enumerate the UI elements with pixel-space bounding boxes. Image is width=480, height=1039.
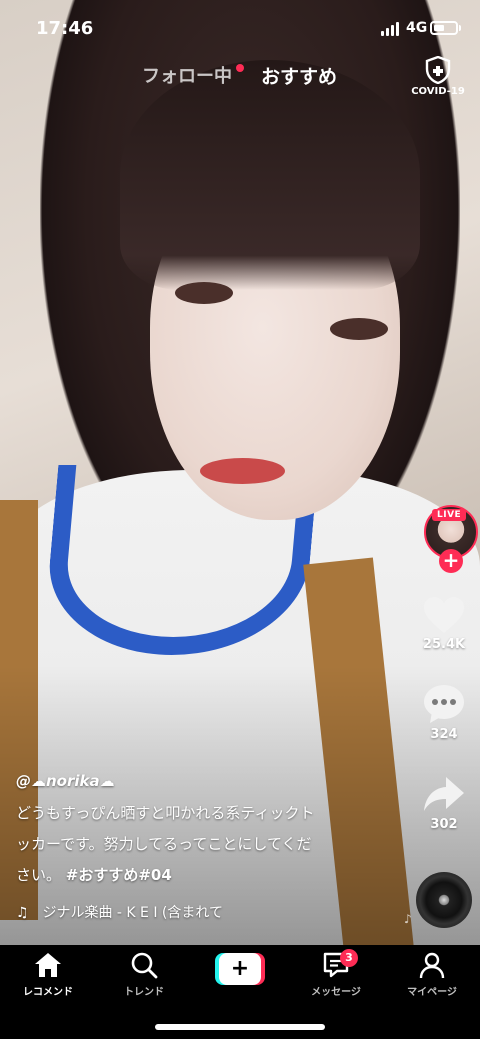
comment-button[interactable]: 324 xyxy=(408,683,480,742)
music-disc-button[interactable] xyxy=(416,872,472,928)
battery-icon xyxy=(430,21,458,35)
comment-count: 324 xyxy=(430,727,458,742)
cellular-signal-icon xyxy=(381,22,401,36)
covid-info-button[interactable]: COVID-19 xyxy=(408,56,468,97)
status-bar: 17:46 4G xyxy=(0,0,480,56)
video-frame-eye-right xyxy=(330,318,388,340)
creator-avatar-button[interactable]: LIVE + xyxy=(424,505,478,573)
follow-plus-button[interactable]: + xyxy=(439,549,463,573)
description-line-1: どうもすっぴん晒すと叩かれる系ティックト xyxy=(16,804,315,822)
inbox-unread-badge: 3 xyxy=(340,949,358,967)
nav-inbox[interactable]: 3 メッセージ xyxy=(288,949,384,998)
search-icon xyxy=(131,952,158,979)
battery-tip xyxy=(459,25,461,31)
description-line-2: ッカーです。努力してるってことにしてくだ xyxy=(16,835,312,853)
share-button[interactable]: 302 xyxy=(408,775,480,832)
creator-username[interactable]: @☁norika☁ xyxy=(16,772,396,794)
nav-inbox-label: メッセージ xyxy=(311,987,361,998)
music-title: ジナル楽曲 - K E I (含まれて xyxy=(42,905,223,921)
home-icon xyxy=(35,953,61,977)
floating-note-icon: ♪ xyxy=(404,912,412,926)
nav-discover-label: トレンド xyxy=(124,987,164,998)
nav-profile[interactable]: マイページ xyxy=(384,951,480,998)
tab-following[interactable]: フォロー中 xyxy=(142,62,232,88)
like-count: 25.4K xyxy=(422,637,466,652)
following-new-dot xyxy=(236,64,244,72)
nav-discover[interactable]: トレンド xyxy=(96,951,192,998)
status-time: 17:46 xyxy=(36,18,94,39)
heart-icon xyxy=(424,597,464,633)
video-frame-lips xyxy=(200,458,285,484)
covid-label: COVID-19 xyxy=(411,86,465,97)
hashtag-links[interactable]: #おすすめ#04 xyxy=(66,866,172,884)
create-video-button[interactable]: + xyxy=(215,953,265,985)
plus-icon: + xyxy=(219,953,261,985)
video-frame-eye-left xyxy=(175,282,233,304)
bottom-navigation: レコメンド トレンド + 3 メッセージ マイページ xyxy=(0,945,480,1039)
like-button[interactable]: 25.4K xyxy=(408,595,480,652)
video-description[interactable]: どうもすっぴん晒すと叩かれる系ティックト ッカーです。努力してるってことにしてく… xyxy=(16,798,371,891)
share-count: 302 xyxy=(430,817,458,832)
music-note-icon: ♫ xyxy=(16,905,29,921)
description-line-3: さい。 xyxy=(16,866,62,884)
shield-icon xyxy=(425,56,451,84)
nav-home[interactable]: レコメンド xyxy=(0,951,96,998)
video-caption: @☁norika☁ どうもすっぴん晒すと叩かれる系ティックト ッカーです。努力し… xyxy=(16,772,396,891)
network-type: 4G xyxy=(406,20,428,36)
profile-icon xyxy=(419,952,445,979)
live-badge: LIVE xyxy=(432,509,467,521)
video-frame-bangs xyxy=(120,60,420,290)
tab-for-you[interactable]: おすすめ xyxy=(261,62,337,89)
nav-profile-label: マイページ xyxy=(407,987,457,998)
share-arrow-icon xyxy=(424,777,464,811)
comment-bubble-icon xyxy=(424,685,464,723)
nav-home-label: レコメンド xyxy=(23,987,73,998)
home-indicator[interactable] xyxy=(155,1024,325,1030)
music-ticker[interactable]: ♫ ジナル楽曲 - K E I (含まれて xyxy=(16,902,276,926)
